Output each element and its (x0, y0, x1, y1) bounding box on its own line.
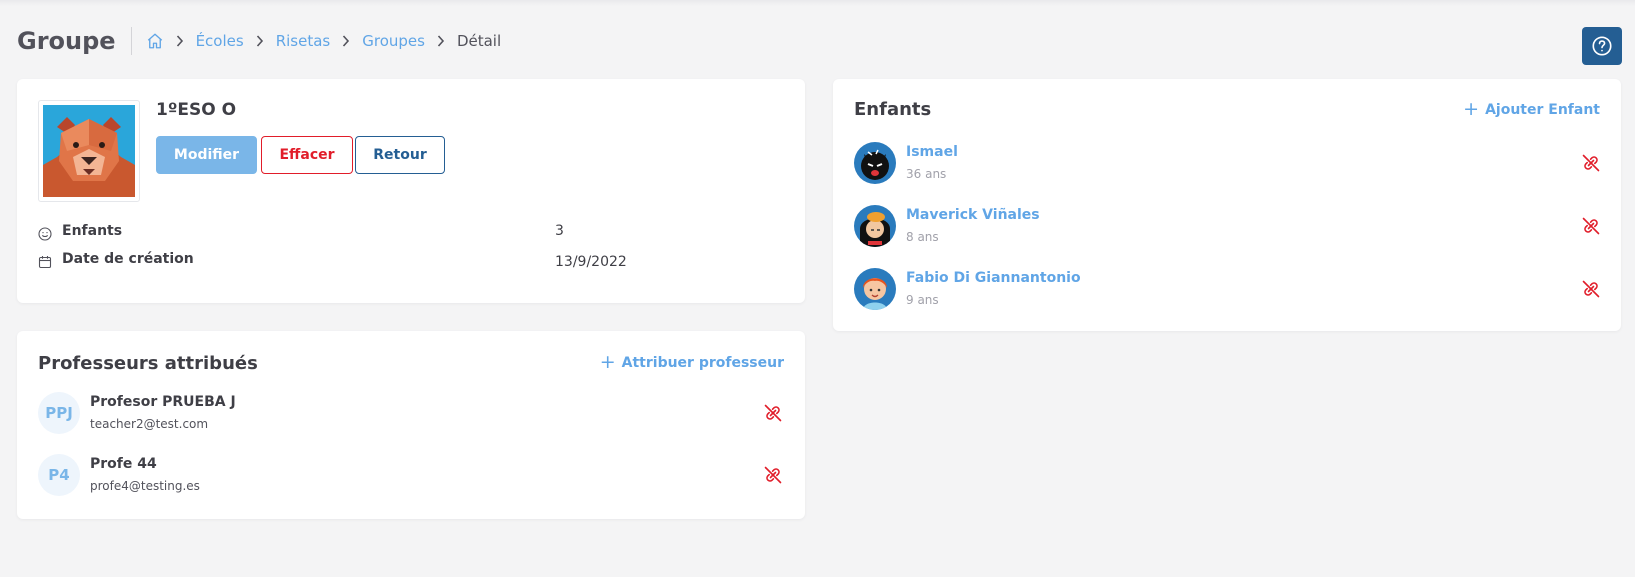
created-label: Date de création (62, 251, 194, 267)
assign-teacher-link[interactable]: + Attribuer professeur (600, 353, 784, 372)
unlink-icon[interactable] (1581, 216, 1601, 236)
help-circle-icon (1592, 36, 1612, 56)
children-count: 3 (555, 223, 564, 239)
breadcrumb: Écoles Risetas Groupes Détail (146, 32, 502, 50)
delete-button[interactable]: Effacer (261, 136, 353, 174)
child-row: Maverick Viñales 8 ans (854, 203, 1600, 249)
group-detail-card: 1ºESO O Modifier Effacer Retour Enfants … (17, 79, 805, 303)
modify-button[interactable]: Modifier (156, 136, 257, 174)
teacher-row: PPJ Profesor PRUEBA J teacher2@test.com (38, 390, 784, 436)
teacher-initials-avatar: P4 (38, 454, 80, 496)
breadcrumb-school[interactable]: Risetas (276, 32, 331, 50)
plus-icon: + (1463, 98, 1480, 120)
help-button[interactable] (1582, 27, 1622, 65)
breadcrumb-schools[interactable]: Écoles (196, 32, 244, 50)
chevron-right-icon (256, 35, 263, 47)
chevron-right-icon (176, 35, 183, 47)
teacher-email: profe4@testing.es (90, 479, 200, 493)
add-child-link[interactable]: + Ajouter Enfant (1463, 100, 1600, 119)
top-shadow (0, 0, 1635, 6)
teachers-card: Professeurs attribués + Attribuer profes… (17, 331, 805, 519)
info-row-created: Date de création 13/9/2022 (38, 251, 778, 271)
unlink-icon[interactable] (1581, 279, 1601, 299)
unlink-icon[interactable] (1581, 153, 1601, 173)
unlink-icon[interactable] (763, 465, 783, 485)
add-child-label: Ajouter Enfant (1485, 101, 1600, 118)
teacher-name: Profesor PRUEBA J (90, 394, 236, 410)
smile-icon (38, 227, 52, 241)
teacher-initials-avatar: PPJ (38, 392, 80, 434)
created-date: 13/9/2022 (555, 254, 627, 270)
home-icon[interactable] (146, 32, 164, 50)
children-title: Enfants (854, 99, 932, 120)
child-row: Fabio Di Giannantonio 9 ans (854, 266, 1600, 312)
group-name: 1ºESO O (156, 100, 237, 120)
assign-teacher-label: Attribuer professeur (621, 354, 784, 371)
page-header: Groupe Écoles Risetas Groupes Détail (17, 24, 501, 58)
child-avatar (854, 205, 896, 247)
calendar-icon (38, 256, 52, 269)
child-avatar (854, 142, 896, 184)
child-age: 36 ans (906, 167, 947, 181)
info-row-children: Enfants 3 (38, 223, 778, 243)
children-label: Enfants (62, 223, 123, 239)
chevron-right-icon (437, 35, 445, 47)
unlink-icon[interactable] (763, 403, 783, 423)
teacher-name: Profe 44 (90, 456, 157, 472)
bear-avatar-image (43, 105, 135, 197)
teacher-row: P4 Profe 44 profe4@testing.es (38, 452, 784, 498)
child-age: 8 ans (906, 230, 939, 244)
page-title: Groupe (17, 27, 116, 55)
breadcrumb-current: Détail (456, 32, 502, 50)
child-name[interactable]: Ismael (906, 144, 958, 160)
child-name[interactable]: Maverick Viñales (906, 207, 1040, 223)
group-avatar (38, 100, 140, 202)
chevron-right-icon (343, 35, 350, 47)
children-card: Enfants + Ajouter Enfant Ismael 36 ans M… (833, 79, 1621, 331)
teachers-title: Professeurs attribués (38, 353, 258, 374)
child-row: Ismael 36 ans (854, 140, 1600, 186)
teacher-email: teacher2@test.com (90, 417, 209, 431)
child-age: 9 ans (906, 293, 939, 307)
header-divider (130, 27, 132, 55)
breadcrumb-groups[interactable]: Groupes (362, 32, 425, 50)
back-button[interactable]: Retour (355, 136, 445, 174)
plus-icon: + (599, 351, 616, 373)
child-avatar (854, 268, 896, 310)
child-name[interactable]: Fabio Di Giannantonio (906, 270, 1081, 286)
